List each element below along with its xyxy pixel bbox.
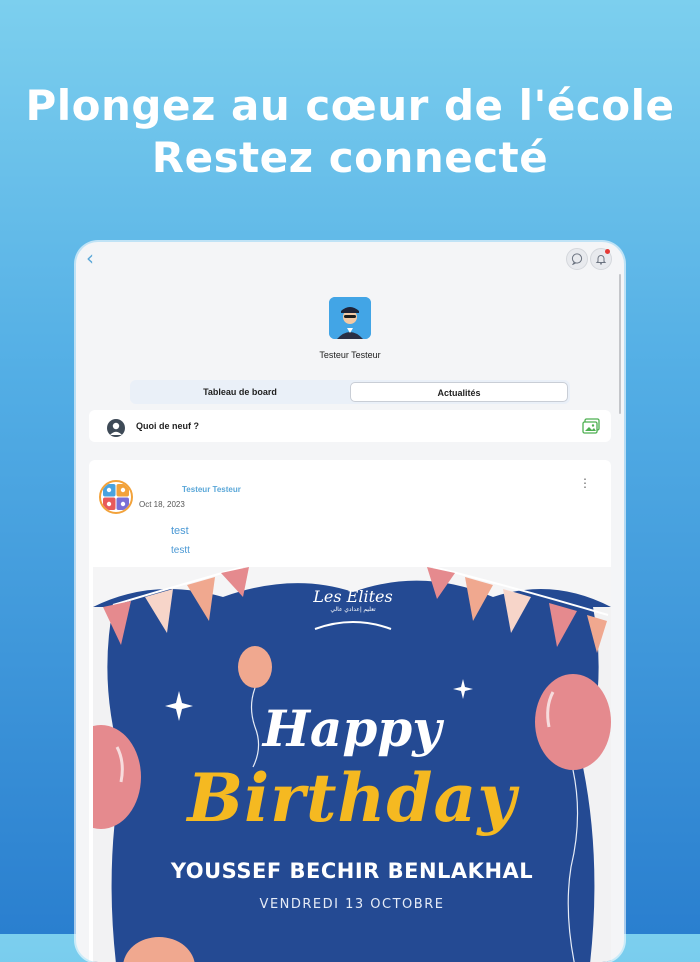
banner-happy: Happy — [262, 699, 442, 758]
school-logo-avatar[interactable] — [99, 480, 133, 514]
notifications-button[interactable] — [590, 248, 612, 270]
tablet-screen: ‹ Testeur Testeur Tableau de board Actua… — [76, 242, 624, 962]
back-chevron-left-icon[interactable]: ‹ — [86, 248, 94, 268]
scrollbar[interactable] — [619, 274, 621, 414]
tab-bar: Tableau de board Actualités — [130, 380, 570, 404]
brand-subtitle: تعليم إعدادي عالي — [330, 607, 376, 613]
post-composer[interactable]: Quoi de neuf ? — [89, 410, 611, 442]
composer-prompt[interactable]: Quoi de neuf ? — [136, 421, 199, 431]
headline-line-2: Restez connecté — [151, 133, 549, 182]
more-vertical-icon[interactable]: ⋮ — [579, 476, 591, 490]
chat-bubble-icon — [571, 253, 583, 265]
agent-avatar-icon — [329, 297, 371, 339]
notification-dot — [605, 249, 610, 254]
add-image-icon[interactable] — [582, 418, 600, 439]
post-text-line: test — [171, 525, 189, 537]
profile-name: Testeur Testeur — [319, 350, 381, 360]
bell-icon — [595, 255, 607, 265]
school-logo-icon — [103, 484, 129, 510]
chat-button[interactable] — [566, 248, 588, 270]
news-post: Testeur Testeur Oct 18, 2023 ⋮ test test… — [89, 460, 611, 962]
profile-avatar[interactable] — [329, 297, 371, 339]
post-date: Oct 18, 2023 — [139, 500, 185, 509]
brand-logo: Les Elites تعليم إعدادي عالي — [308, 587, 398, 613]
post-author[interactable]: Testeur Testeur — [182, 485, 241, 494]
headline-line-1: Plongez au cœur de l'école — [25, 81, 675, 130]
birthday-banner-image[interactable]: Les Elites تعليم إعدادي عالي Happy Birth… — [93, 567, 611, 962]
tab-actualites[interactable]: Actualités — [350, 382, 568, 402]
top-bar: ‹ — [76, 242, 624, 276]
banner-birthday: Birthday — [187, 759, 517, 837]
banner-date: VENDREDI 13 OCTOBRE — [259, 897, 445, 912]
promo-headline: Plongez au cœur de l'école Restez connec… — [0, 80, 700, 184]
brand-name: Les Elites — [313, 587, 393, 606]
tab-tableau-de-board[interactable]: Tableau de board — [132, 382, 348, 402]
user-avatar-icon — [107, 419, 125, 437]
post-text-line: testt — [171, 545, 190, 556]
banner-person-name: YOUSSEF BECHIR BENLAKHAL — [170, 859, 534, 883]
